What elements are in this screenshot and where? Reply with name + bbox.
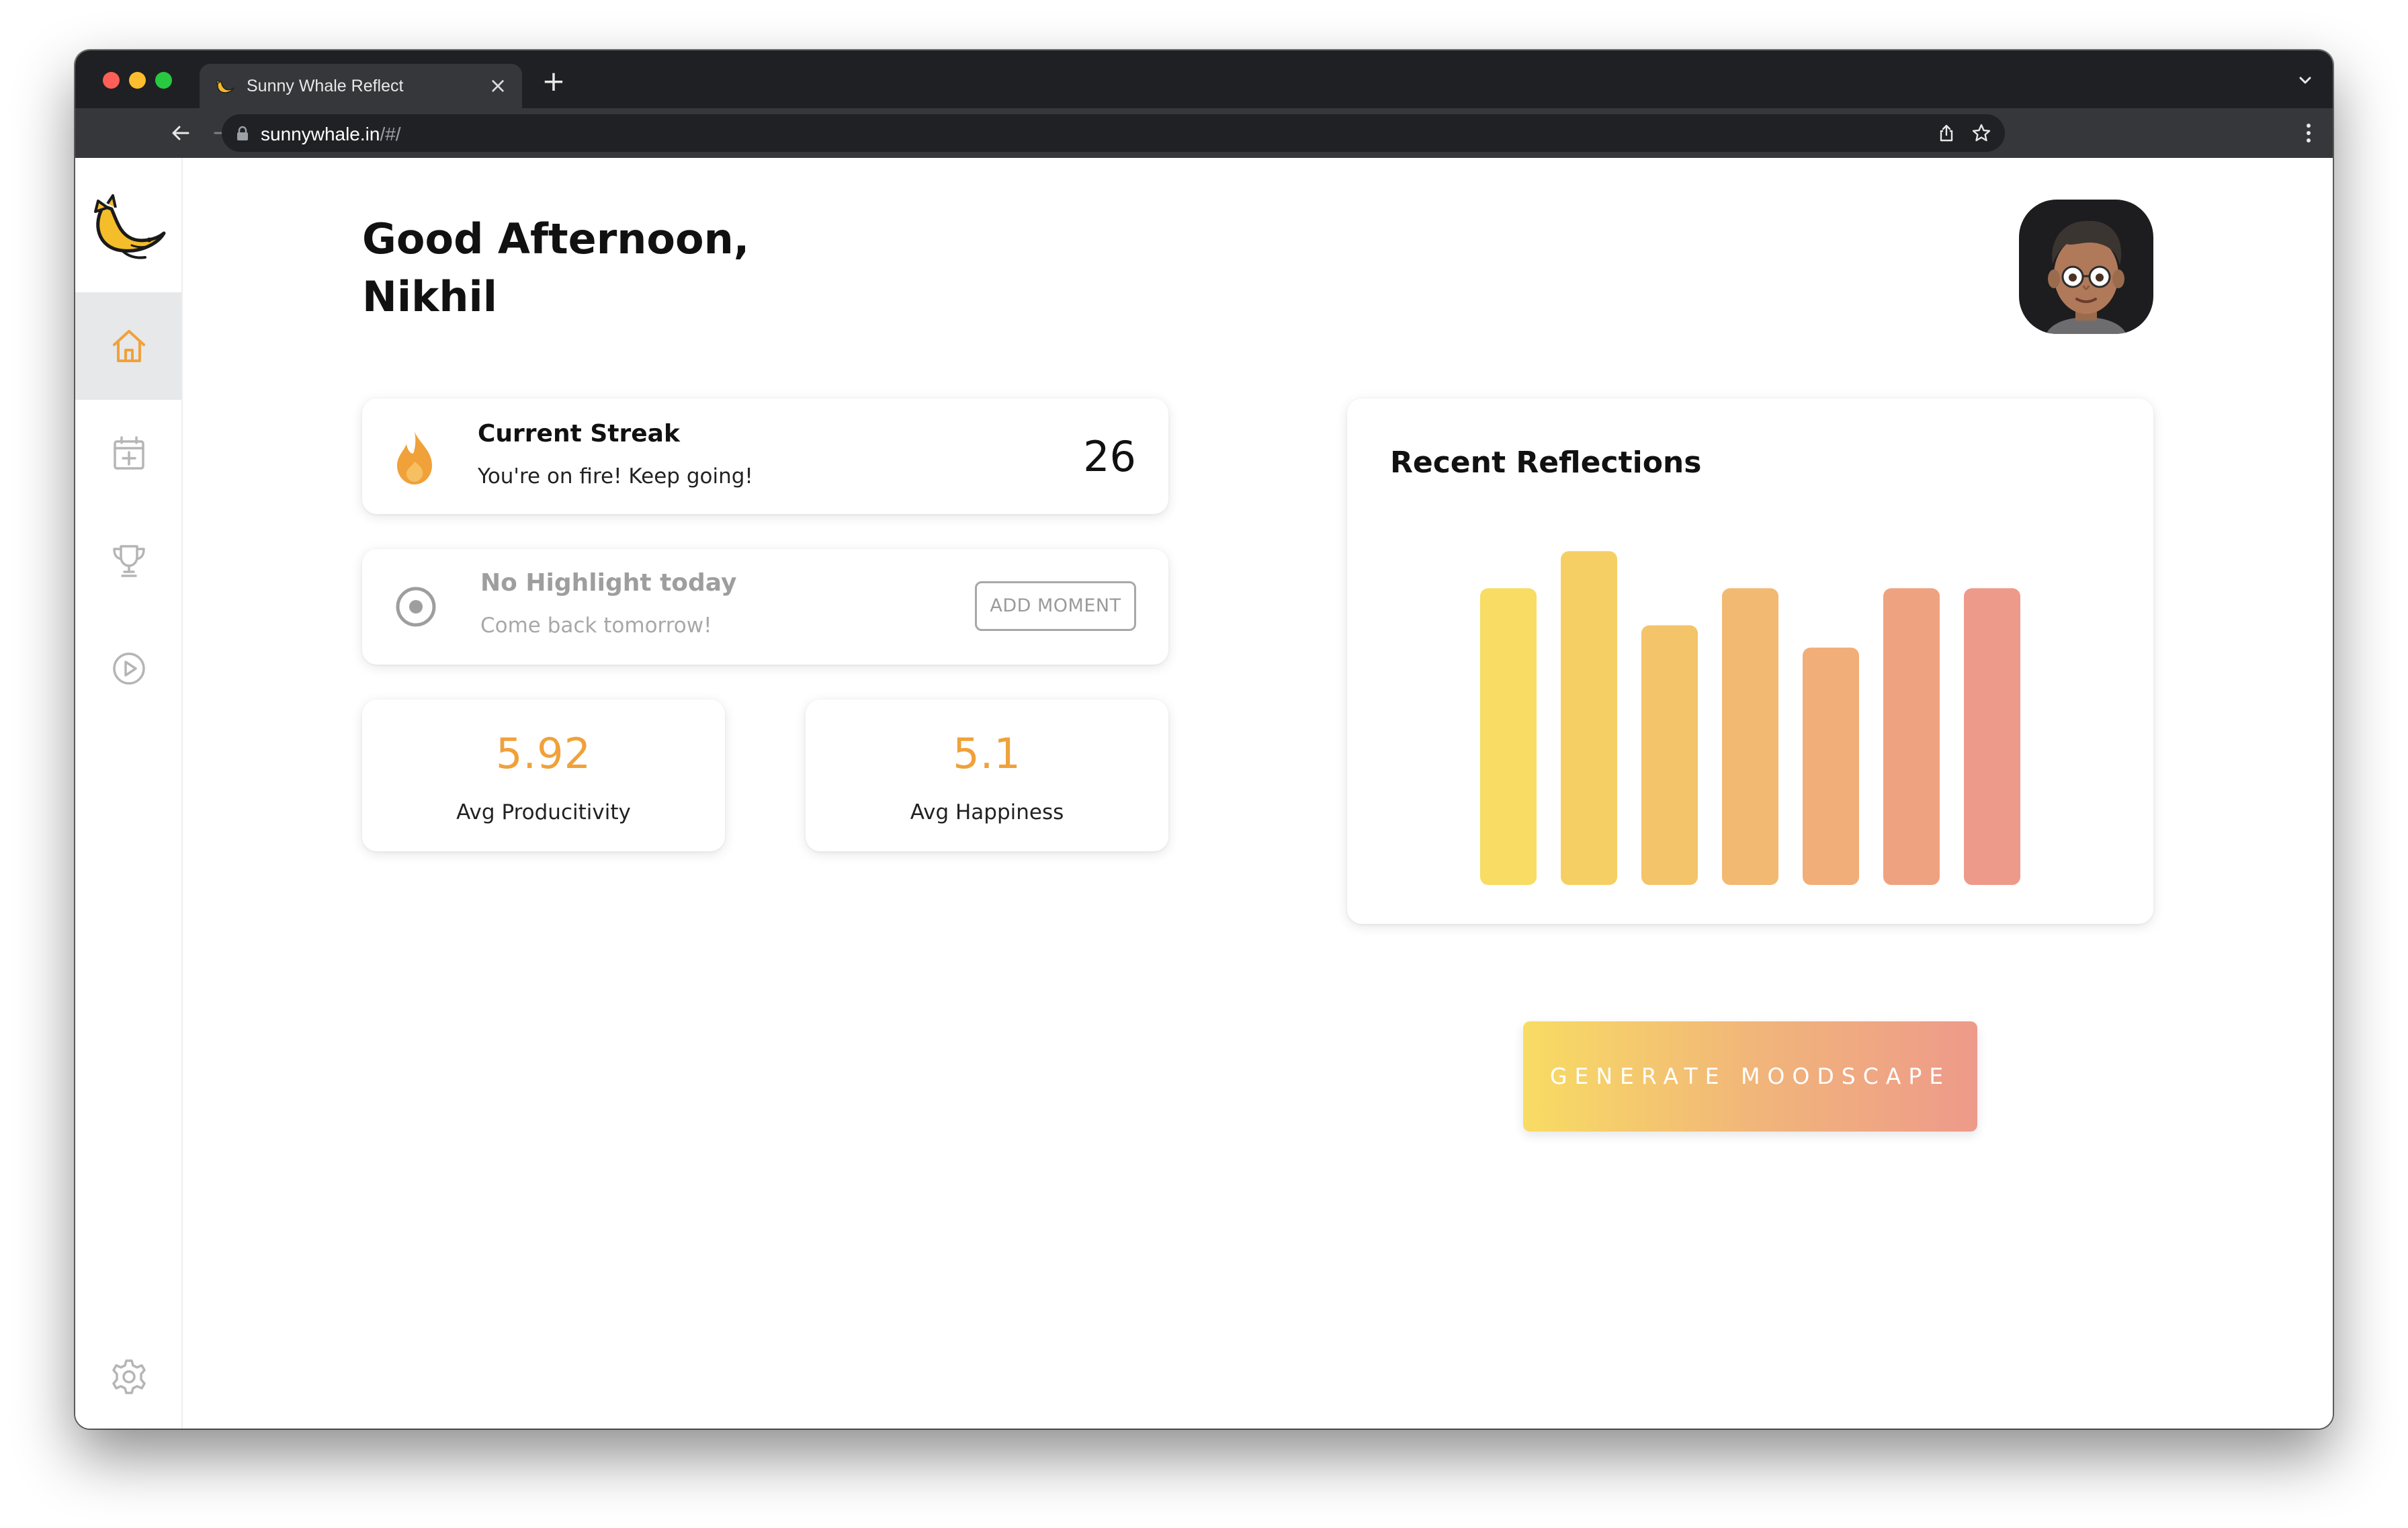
recent-reflections-card: Recent Reflections [1347,398,2153,924]
add-moment-button[interactable]: ADD MOMENT [975,581,1136,631]
reflection-bar-4 [1722,588,1778,885]
tab-search-chevron-icon[interactable] [2295,71,2315,91]
generate-moodscape-button[interactable]: GENERATE MOODSCAPE [1523,1021,1977,1132]
trophy-icon [113,545,145,577]
greeting-line-1: Good Afternoon, [362,214,750,263]
browser-toolbar: sunnywhale.in/#/ [75,108,2333,158]
lock-icon [237,126,248,140]
sidebar-item-play[interactable] [75,615,181,722]
avg-productivity-label: Avg Producitivity [456,800,631,824]
address-bar[interactable]: sunnywhale.in/#/ [222,114,2005,152]
bookmark-star-icon[interactable] [1971,123,1991,143]
streak-subtitle: You're on fire! Keep going! [478,464,753,489]
minimize-window-button[interactable] [129,72,146,89]
sidebar-item-add-entry[interactable] [75,400,181,507]
back-arrow-icon[interactable] [168,120,194,146]
browser-window: Sunny Whale Reflect × + sunnywhale.in/#/ [75,50,2333,1429]
avg-productivity-value: 5.92 [495,729,592,778]
flame-icon [397,431,432,484]
close-window-button[interactable] [103,72,120,89]
page-greeting: Good Afternoon, Nikhil [362,210,749,326]
reflection-bar-2 [1561,551,1617,885]
streak-title: Current Streak [478,420,680,448]
app-content: Good Afternoon, Nikhil Current Streak Yo… [75,158,2333,1429]
reflection-bar-1 [1480,588,1537,885]
avg-happiness-card: 5.1 Avg Happiness [806,699,1168,851]
avg-happiness-value: 5.1 [953,729,1021,778]
greeting-name: Nikhil [362,272,498,321]
highlight-subtitle: Come back tomorrow! [480,613,712,638]
reflection-bar-6 [1883,588,1940,885]
new-tab-button[interactable]: + [539,67,568,96]
tab-title: Sunny Whale Reflect [247,77,404,95]
whale-favicon-icon [216,79,234,93]
maximize-window-button[interactable] [155,72,172,89]
highlight-title: No Highlight today [480,569,737,597]
browser-tab[interactable]: Sunny Whale Reflect × [200,64,522,108]
sidebar [75,158,183,1429]
memoji-avatar-image [2046,220,2126,334]
avatar[interactable] [2019,200,2153,334]
avg-happiness-label: Avg Happiness [910,800,1064,824]
avg-productivity-card: 5.92 Avg Producitivity [362,699,725,851]
play-circle-icon [113,652,145,685]
target-radio-icon [396,587,436,627]
streak-count: 26 [1083,432,1136,481]
whale-logo-icon[interactable] [89,192,169,269]
highlight-card: No Highlight today Come back tomorrow! A… [362,549,1168,665]
sidebar-item-home[interactable] [75,292,181,400]
calendar-add-icon [114,436,144,470]
tab-close-icon[interactable]: × [486,73,510,97]
url-text: sunnywhale.in/#/ [261,124,401,144]
sidebar-item-achievements[interactable] [75,507,181,615]
reflection-bar-5 [1803,647,1859,885]
browser-menu-icon[interactable] [2305,120,2313,146]
browser-tab-bar: Sunny Whale Reflect × + [75,50,2333,108]
reflection-bar-7 [1964,588,2020,885]
reflection-bar-3 [1641,625,1698,885]
current-streak-card: Current Streak You're on fire! Keep goin… [362,398,1168,514]
gear-icon[interactable] [109,1357,149,1397]
home-icon [113,330,145,362]
reflections-title: Recent Reflections [1390,445,1702,480]
share-icon[interactable] [1936,123,1956,143]
